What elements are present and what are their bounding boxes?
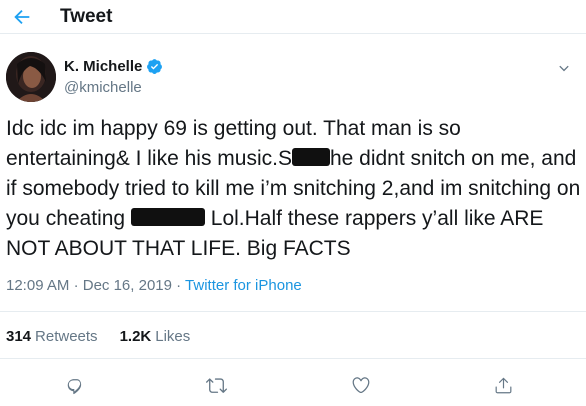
retweets-count: 314 <box>6 328 32 345</box>
reply-button[interactable] <box>60 370 90 400</box>
divider <box>0 358 586 359</box>
reply-icon <box>67 378 81 394</box>
avatar-image <box>6 52 56 102</box>
redaction-mark <box>291 148 330 167</box>
retweets-stat[interactable]: 314 Retweets <box>6 328 98 345</box>
verified-badge-icon <box>147 59 163 74</box>
tweet-actions <box>0 370 586 400</box>
tweet-author: K. Michelle @kmichelle <box>0 48 586 108</box>
retweets-label: Retweets <box>35 328 98 345</box>
likes-count: 1.2K <box>119 328 152 345</box>
tweet-meta: 12:09 AM · Dec 16, 2019 · Twitter for iP… <box>6 277 302 294</box>
tweet-stats: 314 Retweets 1.2K Likes <box>6 328 212 345</box>
meta-separator: · <box>176 277 182 294</box>
back-button[interactable] <box>9 4 35 30</box>
more-options-button[interactable] <box>553 58 575 80</box>
arrow-left-icon <box>14 9 30 25</box>
divider <box>0 311 586 312</box>
meta-separator: · <box>73 277 79 294</box>
like-button[interactable] <box>346 370 376 400</box>
share-icon <box>495 377 511 393</box>
chevron-down-icon <box>559 65 569 72</box>
likes-label: Likes <box>155 328 191 345</box>
tweet-source-link[interactable]: Twitter for iPhone <box>185 277 302 294</box>
like-icon <box>352 377 370 394</box>
tweet-date[interactable]: Dec 16, 2019 <box>83 277 172 294</box>
author-name-text: K. Michelle <box>64 58 143 75</box>
redaction-mark <box>130 208 205 227</box>
author-display-name[interactable]: K. Michelle <box>64 58 163 75</box>
tweet-time[interactable]: 12:09 AM <box>6 277 69 294</box>
share-button[interactable] <box>488 370 518 400</box>
page-title: Tweet <box>60 6 113 27</box>
author-handle[interactable]: @kmichelle <box>64 79 142 96</box>
avatar[interactable] <box>6 52 56 102</box>
retweet-icon <box>205 377 227 393</box>
retweet-button[interactable] <box>201 370 231 400</box>
tweet-text: Idc idc im happy 69 is getting out. That… <box>6 114 581 264</box>
tweet-header: Tweet <box>0 0 586 34</box>
likes-stat[interactable]: 1.2K Likes <box>120 328 191 345</box>
